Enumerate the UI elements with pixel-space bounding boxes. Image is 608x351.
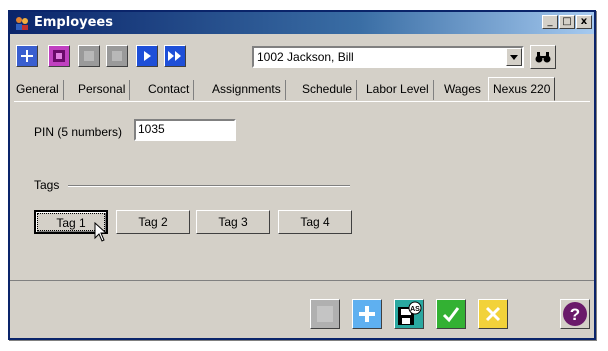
add-record-button[interactable]: [16, 45, 38, 67]
tab-assignments[interactable]: Assignments: [208, 80, 286, 100]
employees-window: Employees _ □ x 1002 Jackson, Bill Gener…: [8, 10, 596, 340]
help-glyph: ?: [570, 305, 580, 324]
minimize-button[interactable]: _: [542, 15, 558, 29]
first-record-button[interactable]: [78, 45, 100, 67]
tag-2-button[interactable]: Tag 2: [116, 210, 190, 234]
previous-record-button[interactable]: [106, 45, 128, 67]
last-record-icon: [168, 51, 181, 61]
save-as-badge: AS: [410, 306, 420, 313]
next-record-button[interactable]: [136, 45, 158, 67]
disabled-action-button[interactable]: [310, 299, 340, 329]
find-employee-button[interactable]: [530, 45, 556, 69]
employees-app-icon: [16, 17, 28, 30]
confirm-button[interactable]: [436, 299, 466, 329]
employee-selector-dropdown-button[interactable]: [506, 48, 522, 66]
confirm-check-icon: [442, 307, 460, 323]
save-as-button[interactable]: AS: [394, 299, 424, 329]
add-record-icon: [21, 50, 33, 62]
help-button[interactable]: ?: [560, 299, 590, 329]
pin-label: PIN (5 numbers): [34, 125, 123, 139]
tab-personal[interactable]: Personal: [74, 80, 131, 100]
tab-contact[interactable]: Contact: [144, 80, 195, 100]
tag-3-button[interactable]: Tag 3: [196, 210, 270, 234]
tab-strip: General Personal Contact Assignments Sch…: [12, 77, 592, 102]
record-toolbar: 1002 Jackson, Bill: [10, 38, 594, 74]
employee-selector[interactable]: 1002 Jackson, Bill: [252, 46, 524, 68]
title-bar[interactable]: Employees _ □ x: [10, 12, 594, 34]
first-record-icon: [84, 51, 94, 61]
pin-field[interactable]: 1035: [134, 119, 236, 141]
help-question-icon: ?: [563, 302, 587, 326]
tab-wages[interactable]: Wages: [440, 80, 485, 100]
add-icon: [359, 306, 375, 322]
last-record-button[interactable]: [164, 45, 186, 67]
save-as-icon: AS: [398, 301, 422, 325]
previous-record-icon: [112, 51, 122, 61]
cancel-x-icon: [485, 306, 501, 322]
tab-nexus-220[interactable]: Nexus 220: [488, 77, 556, 101]
employee-selector-value: 1002 Jackson, Bill: [257, 50, 354, 64]
tags-group-divider: [68, 185, 350, 187]
bottom-action-bar: AS ?: [10, 280, 594, 339]
save-record-icon: [53, 50, 65, 62]
maximize-button[interactable]: □: [559, 15, 575, 29]
cancel-button[interactable]: [478, 299, 508, 329]
tab-schedule[interactable]: Schedule: [298, 80, 358, 100]
window-title: Employees: [34, 15, 113, 30]
tab-labor-level[interactable]: Labor Level: [362, 80, 434, 100]
tab-general[interactable]: General: [12, 80, 64, 100]
save-record-button[interactable]: [48, 45, 70, 67]
disabled-icon: [317, 306, 333, 322]
tag-4-button[interactable]: Tag 4: [278, 210, 352, 234]
chevron-down-icon: [510, 54, 518, 60]
find-binoculars-icon: [535, 52, 551, 63]
add-button[interactable]: [352, 299, 382, 329]
mouse-pointer-icon: [94, 222, 108, 242]
close-button[interactable]: x: [576, 15, 592, 29]
tags-group-label: Tags: [34, 178, 60, 192]
next-record-icon: [144, 51, 151, 61]
